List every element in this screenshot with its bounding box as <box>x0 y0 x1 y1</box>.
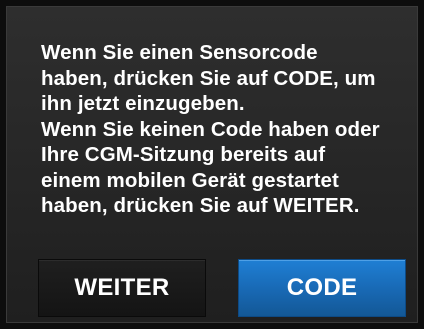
message-line: haben, drücken Sie auf CODE, um <box>41 66 376 90</box>
device-frame: Wenn Sie einen Sensorcode haben, drücken… <box>0 0 424 329</box>
message-line: einem mobilen Gerät gestartet <box>41 168 339 192</box>
code-button-label: CODE <box>286 274 358 301</box>
code-button[interactable]: CODE <box>238 259 406 317</box>
message-line: ihn jetzt einzugeben. <box>41 92 245 115</box>
weiter-button[interactable]: WEITER <box>38 259 206 317</box>
weiter-button-label: WEITER <box>74 274 170 301</box>
dialog-message: Wenn Sie einen Sensorcode haben, drücken… <box>41 40 411 219</box>
message-line: haben, drücken Sie auf WEITER. <box>41 194 360 217</box>
message-line: Wenn Sie keinen Code haben oder <box>41 117 380 141</box>
message-line: Wenn Sie einen Sensorcode <box>41 41 318 64</box>
message-line: Ihre CGM-Sitzung bereits auf <box>41 143 326 166</box>
